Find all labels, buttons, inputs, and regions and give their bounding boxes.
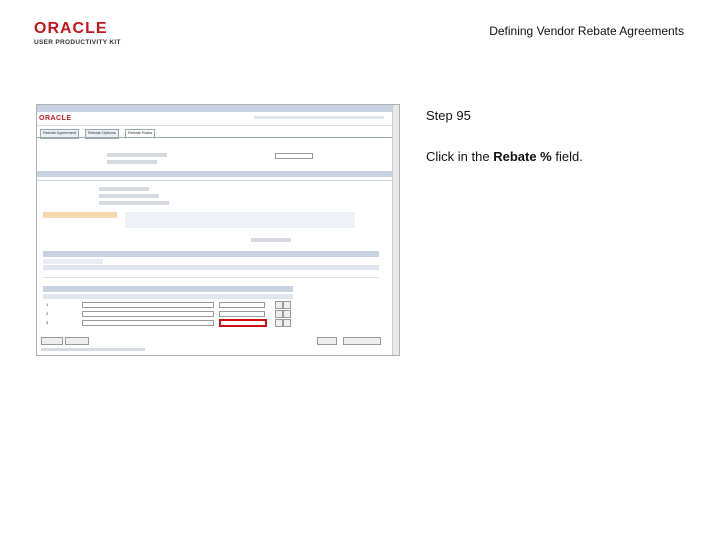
pull-prior-settings-link[interactable]: [43, 212, 117, 218]
logo-subtitle: USER PRODUCTIVITY KIT: [34, 39, 121, 46]
document-title: Defining Vendor Rebate Agreements: [489, 24, 684, 38]
rule-help-text: [125, 212, 355, 228]
add-row-button[interactable]: [275, 319, 283, 327]
delete-row-button[interactable]: [283, 319, 291, 327]
from-growth-amount-field[interactable]: [82, 311, 214, 317]
delete-row-button[interactable]: [283, 301, 291, 309]
add-row-button[interactable]: [275, 310, 283, 318]
instruction-suffix: field.: [551, 149, 583, 164]
tier-row-number: 2: [46, 311, 49, 316]
rebate-tiers-grid-header[interactable]: [43, 286, 293, 292]
setid-display: [107, 153, 167, 157]
eligible-items-columns: [43, 265, 379, 270]
step-label: Step 95: [426, 108, 471, 123]
save-button[interactable]: [41, 337, 63, 345]
run-simulation-link[interactable]: [251, 238, 291, 242]
instruction-field-name: Rebate %: [493, 149, 552, 164]
tier-row-number: 1: [46, 302, 49, 307]
tier-row-number: 3: [46, 320, 49, 325]
add-row-button[interactable]: [275, 301, 283, 309]
rebate-status-dropdown[interactable]: [275, 153, 313, 159]
rebate-percent-field[interactable]: [219, 311, 265, 317]
step-instruction: Click in the Rebate % field.: [426, 149, 583, 164]
update-display-button[interactable]: [343, 337, 381, 345]
menu-breadcrumb-bar: [37, 105, 392, 112]
rule-number: [99, 187, 149, 191]
rule-summary-header[interactable]: [37, 171, 392, 177]
return-to-search-button[interactable]: [65, 337, 89, 345]
rebate-id-display: [107, 160, 157, 164]
rebate-tiers-columns: [43, 294, 293, 299]
instruction-prefix: Click in the: [426, 149, 494, 164]
oracle-upk-logo: ORACLE USER PRODUCTIVITY KIT: [34, 20, 126, 48]
rebate-percent-field-highlighted[interactable]: [219, 319, 267, 327]
delete-row-button[interactable]: [283, 310, 291, 318]
eligible-items-grid-header[interactable]: [43, 251, 379, 257]
eligible-item-row: [43, 271, 379, 278]
header-links[interactable]: [254, 116, 384, 119]
app-oracle-logo: ORACLE: [39, 115, 72, 122]
from-growth-amount-field[interactable]: [82, 320, 214, 326]
add-button[interactable]: [317, 337, 337, 345]
eligible-items-tabs[interactable]: [43, 259, 103, 264]
rule-description: [99, 201, 169, 205]
vertical-scrollbar[interactable]: [392, 105, 399, 355]
logo-brand: ORACLE: [34, 20, 108, 37]
from-growth-amount-field[interactable]: [82, 302, 214, 308]
application-screenshot: ORACLE Rebate Agreement Rebate Options R…: [36, 104, 400, 356]
page-links[interactable]: [41, 348, 145, 351]
rebate-percent-field[interactable]: [219, 302, 265, 308]
app-banner: ORACLE: [37, 112, 392, 126]
rule-type: [99, 194, 159, 198]
